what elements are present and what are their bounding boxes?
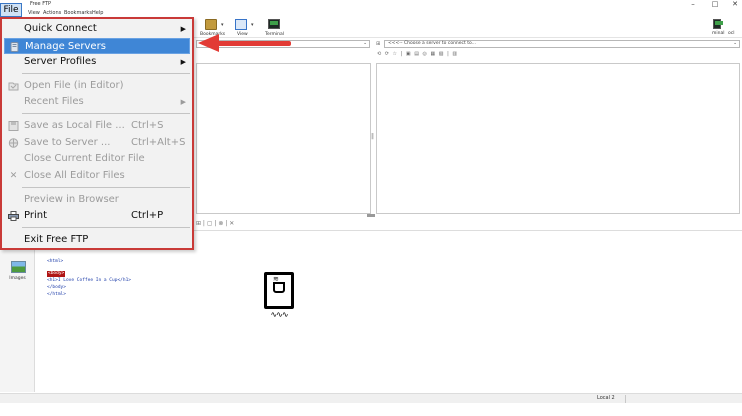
terminal-icon[interactable] [268, 19, 280, 29]
preview-label: Preview in Browser [24, 194, 119, 205]
server-profiles-label: Server Profiles [24, 56, 97, 67]
menu-item-recent-files[interactable]: Recent Files ▶ [4, 94, 190, 110]
file-menu: Quick Connect ▶ Manage Servers Server Pr… [0, 17, 194, 250]
menu-item-quick-connect[interactable]: Quick Connect ▶ [4, 21, 190, 37]
save-server-icon [8, 138, 19, 148]
remote-tool-icons[interactable]: ⟲ ⟳ ☆ | ▣ ▤ ◎ ▦ ▧ | ▥ [377, 51, 458, 58]
menu-item-close-current[interactable]: Close Current Editor File [4, 151, 190, 167]
menu-item-server-profiles[interactable]: Server Profiles ▶ [4, 54, 190, 70]
recent-files-label: Recent Files [24, 96, 84, 107]
menu-file[interactable]: File [0, 3, 22, 17]
menu-item-close-all[interactable]: ✕ Close All Editor Files [4, 168, 190, 184]
wave-icon: ∿∿∿ [270, 310, 288, 319]
print-shortcut: Ctrl+P [131, 210, 164, 221]
menu-actions[interactable]: Actions [43, 10, 61, 16]
bookmarks-folder-icon[interactable] [205, 19, 217, 30]
menu-bar: View Actions Bookmarks Help [0, 10, 742, 17]
manage-servers-icon [10, 42, 19, 52]
close-button[interactable]: ✕ [728, 0, 742, 9]
local-file-pane[interactable] [196, 63, 371, 214]
chevron-right-icon: ▶ [180, 58, 186, 66]
menu-item-open-file[interactable]: Open File (in Editor) [4, 78, 190, 94]
print-label: Print [24, 210, 48, 221]
menu-bookmarks[interactable]: Bookmarks [64, 10, 92, 16]
horizontal-splitter[interactable] [367, 214, 375, 217]
chevron-down-icon[interactable]: ⌄ [363, 41, 367, 47]
right-terminal-icon[interactable] [713, 19, 723, 29]
printer-icon [8, 211, 19, 221]
status-text: Local 2 [597, 395, 615, 401]
menu-item-save-local[interactable]: Save as Local File ... Ctrl+S [4, 118, 190, 134]
chevron-down-icon[interactable]: ⌄ [733, 41, 737, 47]
view-label: View [237, 32, 248, 37]
images-icon[interactable] [11, 261, 26, 273]
annotation-arrow-shaft [217, 41, 291, 46]
open-file-label: Open File (in Editor) [24, 80, 124, 91]
close-current-label: Close Current Editor File [24, 153, 145, 164]
status-bar: Local 2 [0, 393, 742, 403]
menu-separator [22, 227, 190, 228]
minimize-button[interactable]: – [686, 0, 700, 9]
status-divider [625, 395, 626, 403]
close-icon: ✕ [9, 171, 18, 181]
menu-item-print[interactable]: Print Ctrl+P [4, 208, 190, 224]
server-select-placeholder: <<<-- Choose a server to connect to... [388, 41, 476, 46]
exit-label: Exit Free FTP [24, 234, 89, 245]
save-server-label: Save to Server ... [24, 137, 111, 148]
bookmarks-dropdown-icon[interactable]: ▾ [221, 22, 224, 28]
view-icon[interactable] [235, 19, 247, 30]
images-label: Images [9, 276, 26, 281]
coffee-cup-icon: ≋ [264, 272, 294, 309]
chevron-right-icon: ▶ [180, 25, 186, 33]
server-select[interactable]: <<<-- Choose a server to connect to... ⌄ [384, 40, 740, 48]
menu-item-manage-servers[interactable]: Manage Servers [4, 38, 190, 54]
cup-icon [273, 282, 285, 293]
title-bar: Free FTP – □ ✕ [0, 0, 742, 10]
code-line-5[interactable]: </html> [47, 292, 66, 298]
vertical-splitter[interactable]: ‖ [371, 133, 374, 143]
server-icon: ⊞ [376, 41, 381, 47]
editor-tab-tools[interactable]: ⊞ | ▢ | ⊗ | ✕ [196, 220, 234, 229]
open-file-icon [8, 82, 19, 91]
code-line-2[interactable]: <body> [47, 271, 66, 277]
right-ocl-label: ocl [728, 31, 735, 36]
quick-connect-label: Quick Connect [24, 23, 97, 34]
menu-view[interactable]: View [28, 10, 40, 16]
right-terminal-label: minal [712, 31, 725, 36]
close-all-label: Close All Editor Files [24, 170, 125, 181]
menu-help[interactable]: Help [92, 10, 103, 16]
menu-separator [22, 113, 190, 114]
code-line-3[interactable]: <h1>I Love Coffee In a Cup</h1> [47, 278, 131, 284]
save-disk-icon [8, 121, 19, 131]
code-line-1[interactable]: <html> [47, 259, 63, 265]
menu-separator [22, 73, 190, 74]
chevron-right-icon: ▶ [180, 98, 186, 106]
view-dropdown-icon[interactable]: ▾ [251, 22, 254, 28]
remote-file-pane[interactable] [376, 63, 740, 214]
menu-item-save-server[interactable]: Save to Server ... Ctrl+Alt+S [4, 135, 190, 151]
editor-sidebar: Images [0, 230, 35, 392]
window-title: Free FTP [30, 1, 52, 7]
save-local-label: Save as Local File ... [24, 120, 125, 131]
save-server-shortcut: Ctrl+Alt+S [131, 137, 186, 148]
menu-item-exit[interactable]: Exit Free FTP [4, 232, 190, 248]
maximize-button[interactable]: □ [708, 0, 722, 9]
annotation-arrow-icon [198, 34, 219, 52]
code-line-4[interactable]: </body> [47, 285, 66, 291]
save-local-shortcut: Ctrl+S [131, 120, 164, 131]
menu-separator [22, 187, 190, 188]
terminal-label: Terminal [265, 32, 285, 37]
menu-item-preview[interactable]: Preview in Browser [4, 192, 190, 208]
manage-servers-label: Manage Servers [25, 41, 106, 52]
